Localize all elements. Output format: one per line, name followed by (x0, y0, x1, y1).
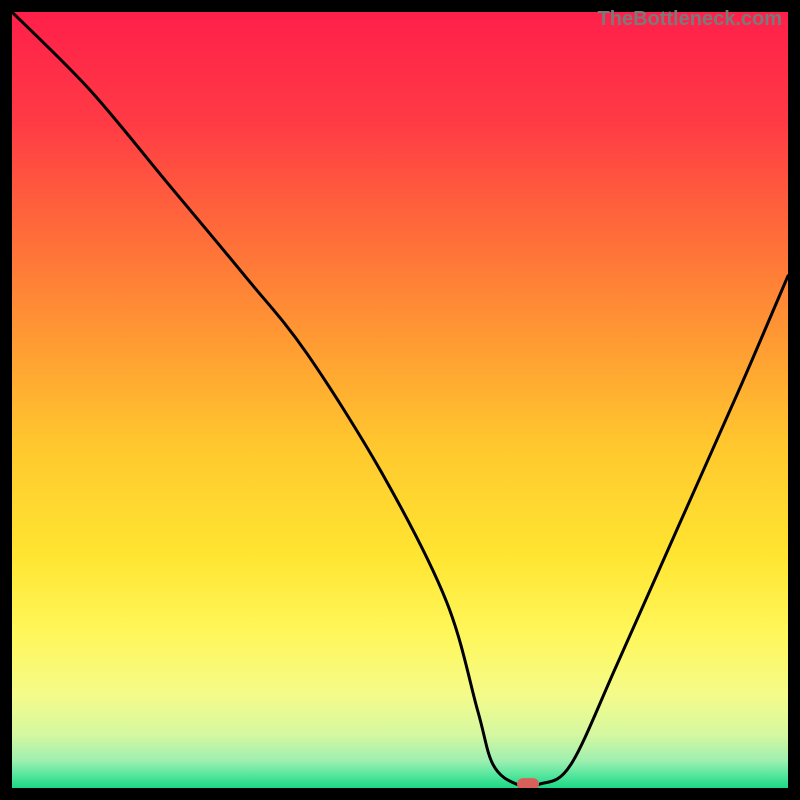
chart-frame: TheBottleneck.com (0, 0, 800, 800)
watermark-text: TheBottleneck.com (598, 8, 782, 31)
gradient-background (12, 12, 788, 788)
chart-svg (12, 12, 788, 788)
optimal-marker (517, 778, 539, 788)
plot-area (12, 12, 788, 788)
